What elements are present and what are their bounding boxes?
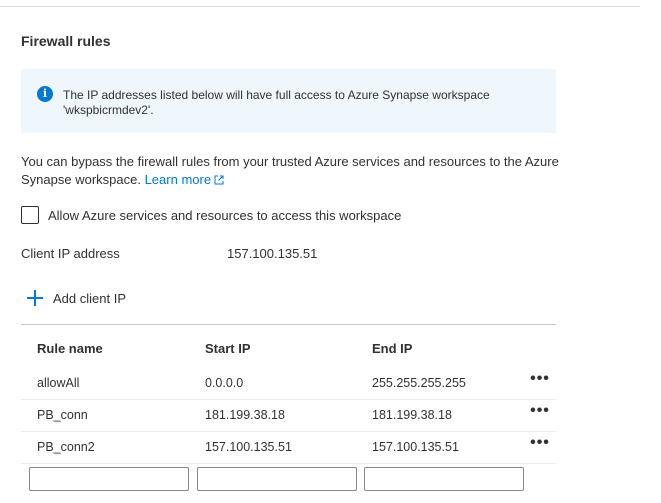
new-end-ip-input[interactable] bbox=[364, 467, 524, 491]
start-ip-cell: 181.199.38.18 bbox=[205, 408, 285, 422]
add-client-ip-button[interactable]: Add client IP bbox=[27, 290, 126, 306]
section-title: Firewall rules bbox=[21, 33, 111, 49]
table-row: PB_conn 181.199.38.18 181.199.38.18 ••• bbox=[21, 400, 556, 432]
table-row: PB_conn2 157.100.135.51 157.100.135.51 •… bbox=[21, 432, 556, 464]
row-divider bbox=[21, 463, 556, 464]
new-rule-name-input[interactable] bbox=[29, 467, 189, 491]
info-icon: i bbox=[37, 86, 53, 102]
allow-azure-services-checkbox[interactable] bbox=[21, 206, 39, 224]
bypass-text: You can bypass the firewall rules from y… bbox=[21, 154, 559, 187]
end-ip-cell: 157.100.135.51 bbox=[372, 440, 459, 454]
new-start-ip-input[interactable] bbox=[197, 467, 357, 491]
client-ip-value: 157.100.135.51 bbox=[227, 246, 318, 261]
plus-icon bbox=[27, 290, 43, 306]
rule-name-cell: allowAll bbox=[37, 376, 80, 390]
more-actions-icon[interactable]: ••• bbox=[529, 403, 551, 423]
allow-azure-services-label: Allow Azure services and resources to ac… bbox=[48, 207, 402, 223]
rule-name-cell: PB_conn bbox=[37, 408, 88, 422]
allow-azure-services-row[interactable]: Allow Azure services and resources to ac… bbox=[21, 205, 401, 225]
column-header-start-ip: Start IP bbox=[205, 341, 251, 356]
start-ip-cell: 0.0.0.0 bbox=[205, 376, 244, 390]
external-link-icon bbox=[214, 175, 224, 185]
column-header-rule-name: Rule name bbox=[37, 341, 103, 356]
info-banner: i The IP addresses listed below will hav… bbox=[21, 69, 556, 133]
table-top-divider bbox=[21, 324, 556, 325]
more-actions-icon[interactable]: ••• bbox=[529, 435, 551, 455]
rule-name-cell: PB_conn2 bbox=[37, 440, 95, 454]
end-ip-cell: 255.255.255.255 bbox=[372, 376, 466, 390]
end-ip-cell: 181.199.38.18 bbox=[372, 408, 452, 422]
add-client-ip-label: Add client IP bbox=[53, 290, 126, 306]
info-banner-text: The IP addresses listed below will have … bbox=[63, 88, 490, 117]
learn-more-link[interactable]: Learn more bbox=[145, 172, 224, 187]
client-ip-label: Client IP address bbox=[21, 246, 120, 261]
start-ip-cell: 157.100.135.51 bbox=[205, 440, 292, 454]
more-actions-icon[interactable]: ••• bbox=[529, 371, 551, 391]
top-divider bbox=[0, 6, 640, 7]
table-row: allowAll 0.0.0.0 255.255.255.255 ••• bbox=[21, 368, 556, 400]
column-header-end-ip: End IP bbox=[372, 341, 413, 356]
bypass-description: You can bypass the firewall rules from y… bbox=[21, 153, 561, 189]
